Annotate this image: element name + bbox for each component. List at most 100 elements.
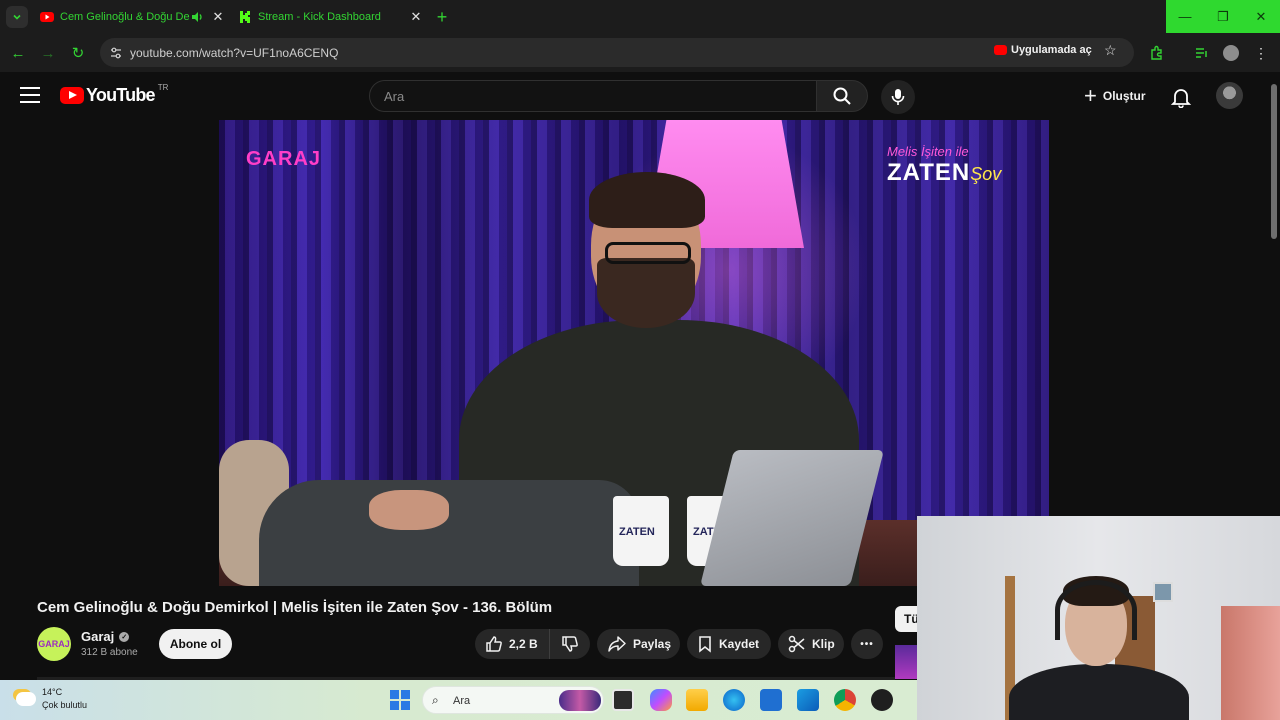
- windows-logo-icon: [401, 690, 410, 699]
- create-button[interactable]: + Oluştur: [1074, 80, 1156, 112]
- recommended-thumbnail[interactable]: [895, 645, 917, 679]
- mail-icon[interactable]: [797, 689, 819, 711]
- clip-label: Klip: [812, 637, 835, 651]
- weather-text: 14°C Çok bulutlu: [42, 686, 87, 712]
- windows-logo-icon: [390, 690, 399, 699]
- weather-widget[interactable]: 14°C Çok bulutlu: [16, 686, 87, 712]
- kebab-menu-icon: ⋮: [1254, 44, 1268, 61]
- thumbs-down-icon: [562, 636, 578, 652]
- notifications-bell-icon[interactable]: [1170, 86, 1192, 108]
- chrome-icon[interactable]: [834, 689, 856, 711]
- back-button[interactable]: ←: [8, 43, 28, 63]
- share-arrow-icon: [608, 636, 626, 652]
- open-in-app-button[interactable]: Uygulamada aç: [994, 44, 1092, 56]
- bookmark-star-icon[interactable]: ☆: [1104, 42, 1117, 59]
- video-host-glasses: [605, 242, 691, 264]
- scrollbar-thumb[interactable]: [1271, 84, 1277, 239]
- minimize-button[interactable]: —: [1166, 0, 1204, 33]
- url-text[interactable]: youtube.com/watch?v=UF1noA6CENQ: [130, 46, 338, 60]
- tab-title: Stream - Kick Dashboard: [258, 11, 381, 23]
- show-logo-top: Melis İşiten ile: [887, 144, 969, 159]
- forward-button[interactable]: →: [38, 43, 58, 63]
- tab-youtube[interactable]: Cem Gelinoğlu & Doğu Demirkol | Melis İş…: [34, 4, 226, 30]
- thumbs-up-icon: [486, 636, 502, 652]
- youtube-header: YouTube TR + Oluştur: [0, 72, 1280, 120]
- subscriber-count: 312 B abone: [81, 647, 138, 658]
- search-input[interactable]: [370, 81, 816, 111]
- menu-button[interactable]: [20, 87, 40, 105]
- site-settings-icon[interactable]: [109, 46, 123, 60]
- edge-browser-icon[interactable]: [723, 689, 745, 711]
- close-tab-icon[interactable]: ✕: [210, 9, 226, 25]
- close-window-button[interactable]: ✕: [1242, 0, 1280, 33]
- start-button[interactable]: [390, 690, 410, 710]
- show-logo-big: ZATEN: [887, 159, 971, 186]
- like-dislike-group: 2,2 B: [475, 629, 590, 659]
- minimize-icon: —: [1178, 9, 1192, 24]
- close-icon: ✕: [1255, 8, 1267, 24]
- bookmark-icon: [699, 636, 711, 653]
- windows-logo-icon: [401, 701, 410, 710]
- obs-icon[interactable]: [871, 689, 893, 711]
- share-button[interactable]: Paylaş: [597, 629, 680, 659]
- more-actions-button[interactable]: •••: [851, 629, 883, 659]
- save-button[interactable]: Kaydet: [687, 629, 771, 659]
- store-icon[interactable]: [760, 689, 782, 711]
- weather-condition: Çok bulutlu: [42, 700, 88, 710]
- scissors-icon: [788, 635, 805, 653]
- clip-button[interactable]: Klip: [778, 629, 844, 659]
- new-tab-button[interactable]: +: [432, 7, 452, 27]
- video-host-beard: [597, 258, 695, 328]
- youtube-icon: [994, 45, 1007, 55]
- browser-toolbar: ← → ↻ youtube.com/watch?v=UF1noA6CENQ Uy…: [0, 33, 1280, 72]
- channel-name: Garaj: [81, 629, 115, 644]
- search-box[interactable]: [369, 80, 817, 112]
- like-button[interactable]: 2,2 B: [475, 629, 550, 659]
- chevron-down-icon: [13, 14, 21, 20]
- youtube-logo-text: YouTube: [86, 85, 156, 105]
- country-code: TR: [157, 83, 169, 92]
- webcam-person-body: [1009, 664, 1189, 720]
- more-horizontal-icon: •••: [860, 638, 874, 650]
- like-count: 2,2 B: [509, 637, 538, 651]
- kick-icon: [238, 10, 252, 24]
- close-tab-icon[interactable]: ✕: [408, 9, 424, 25]
- mug-text: ZATEN: [619, 526, 655, 538]
- taskbar-search[interactable]: ⌕ Ara: [422, 686, 604, 714]
- search-button[interactable]: [816, 80, 868, 112]
- tab-kick-dashboard[interactable]: Stream - Kick Dashboard ✕: [232, 4, 424, 30]
- hamburger-icon-bar: [20, 87, 40, 89]
- copilot-icon[interactable]: [650, 689, 672, 711]
- account-avatar[interactable]: [1216, 82, 1243, 109]
- channel-name-link[interactable]: Garaj ✓: [81, 629, 130, 644]
- channel-avatar[interactable]: GARAJ: [37, 627, 71, 661]
- youtube-logo[interactable]: YouTube TR: [60, 83, 169, 106]
- file-explorer-icon[interactable]: [686, 689, 708, 711]
- channel-avatar-text: GARAJ: [38, 639, 70, 649]
- address-bar[interactable]: youtube.com/watch?v=UF1noA6CENQ Uygulama…: [100, 38, 1134, 67]
- task-view-icon[interactable]: [612, 689, 634, 711]
- open-in-app-label: Uygulamada aç: [1011, 44, 1092, 56]
- profile-button[interactable]: [1221, 43, 1241, 63]
- video-title: Cem Gelinoğlu & Doğu Demirkol | Melis İş…: [37, 599, 553, 616]
- video-host-hair: [589, 172, 705, 228]
- microphone-icon: [891, 89, 905, 105]
- show-logo-watermark: Melis İşiten ile ZATENŞov: [887, 144, 1027, 187]
- windows-logo-icon: [390, 701, 399, 710]
- voice-search-button[interactable]: [881, 80, 915, 114]
- webcam-curtain: [1221, 606, 1280, 720]
- restore-button[interactable]: ❐: [1204, 0, 1242, 33]
- tab-search-button[interactable]: [6, 6, 28, 28]
- dislike-button[interactable]: [550, 629, 590, 659]
- speaker-icon[interactable]: [190, 10, 204, 24]
- subscribe-button[interactable]: Abone ol: [159, 629, 232, 659]
- extensions-button[interactable]: [1147, 43, 1167, 63]
- webcam-overlay: [917, 516, 1280, 720]
- temperature: 14°C: [42, 687, 63, 697]
- video-host-leg: [259, 480, 639, 586]
- browser-menu-button[interactable]: ⋮: [1251, 43, 1271, 63]
- reading-list-button[interactable]: [1192, 43, 1212, 63]
- hamburger-icon-bar: [20, 94, 40, 96]
- profile-avatar-icon: [1223, 45, 1239, 61]
- reload-button[interactable]: ↻: [68, 43, 88, 63]
